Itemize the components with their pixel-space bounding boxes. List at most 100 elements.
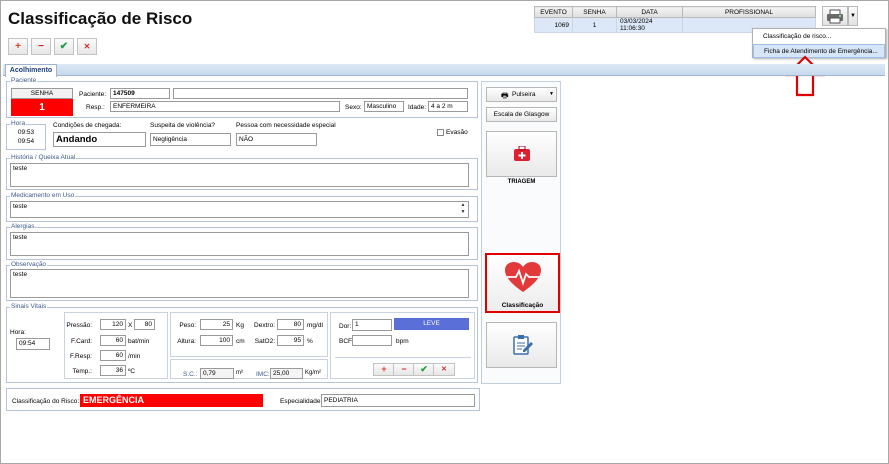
hora-1: 09:53 xyxy=(17,129,35,136)
peso-label: Peso: xyxy=(179,322,196,329)
fcard-label: F.Card: xyxy=(71,338,92,345)
dor-label: Dor: xyxy=(339,323,352,330)
hora-group xyxy=(6,124,46,150)
idade-field[interactable]: 4 a 2 m xyxy=(428,101,468,112)
fresp-unit: /min xyxy=(128,353,141,360)
necessidade-label: Pessoa com necessidade especial xyxy=(236,122,336,129)
imc-label: IMC: xyxy=(256,371,270,378)
sexo-label: Sexo: xyxy=(345,104,362,111)
tab-acolhimento[interactable]: Acolhimento xyxy=(5,64,57,77)
sexo-field[interactable]: Masculino xyxy=(364,101,404,112)
col-senha[interactable]: SENHA xyxy=(572,6,617,18)
cell-data: 03/03/2024 11:06:30 xyxy=(616,17,683,33)
remove-button[interactable]: − xyxy=(31,38,51,55)
menu-item-classificacao[interactable]: Classificação de risco... xyxy=(753,30,885,44)
classificacao-value: EMERGÊNCIA xyxy=(80,394,263,407)
sc-label: S.C.: xyxy=(183,371,198,378)
tab-strip xyxy=(3,64,885,76)
temp-field[interactable]: 36 xyxy=(100,365,126,376)
fcard-unit: bat/min xyxy=(128,338,150,345)
vitais-confirm-button[interactable]: ✔ xyxy=(413,363,435,376)
evasao-checkbox[interactable] xyxy=(437,129,444,136)
col-evento[interactable]: EVENTO xyxy=(534,6,573,18)
col-data[interactable]: DATA xyxy=(616,6,683,18)
printer-icon xyxy=(827,9,843,24)
add-button[interactable]: + xyxy=(8,38,28,55)
sc-field: 0,79 xyxy=(200,368,234,379)
vitais-box-2 xyxy=(170,312,328,357)
pressao-sist-field[interactable]: 120 xyxy=(100,319,126,330)
hora-2: 09:54 xyxy=(17,138,35,145)
vitais-cancel-button[interactable]: ✕ xyxy=(433,363,455,376)
cell-senha: 1 xyxy=(572,17,617,33)
imc-field: 25,00 xyxy=(270,368,303,379)
medicamento-spinner[interactable]: ▲ ▼ xyxy=(458,202,468,217)
historia-field[interactable]: teste xyxy=(10,163,469,187)
page-title: Classificação de Risco xyxy=(8,9,193,28)
especialidade-label: Especialidade: xyxy=(280,398,323,405)
hora-legend: Hora xyxy=(10,120,27,127)
pressao-label: Pressão: xyxy=(66,322,92,329)
bcf-field[interactable] xyxy=(352,335,392,346)
up-arrow-icon xyxy=(785,55,825,97)
peso-unit: Kg xyxy=(236,322,244,329)
vitais-add-button[interactable]: + xyxy=(373,363,395,376)
sat-field[interactable]: 95 xyxy=(277,335,304,346)
sinais-hora-label: Hora: xyxy=(10,329,26,336)
col-profissional[interactable]: PROFISSIONAL xyxy=(682,6,816,18)
altura-unit: cm xyxy=(236,338,245,345)
fcard-field[interactable]: 60 xyxy=(100,335,126,346)
chegada-field[interactable]: Andando xyxy=(53,132,146,147)
peso-field[interactable]: 25 xyxy=(200,319,233,330)
paciente-label: Paciente: xyxy=(79,91,107,98)
violencia-label: Suspeita de violência? xyxy=(150,122,216,129)
form-button[interactable] xyxy=(486,322,557,368)
pressao-x: X xyxy=(128,322,133,329)
classificacao-side-label: Classificação xyxy=(501,302,544,309)
altura-field[interactable]: 100 xyxy=(200,335,233,346)
sat-unit: % xyxy=(307,338,313,345)
dextro-unit: mg/dl xyxy=(307,322,323,329)
fresp-field[interactable]: 60 xyxy=(100,350,126,361)
historia-legend: História / Queixa Atual xyxy=(10,154,77,161)
alergias-legend: Alergias xyxy=(10,223,36,230)
sinais-legend: Sinais Vitais xyxy=(10,303,48,310)
fresp-label: F.Resp: xyxy=(69,353,92,360)
clipboard-edit-icon xyxy=(513,335,533,355)
cancel-button[interactable]: ✕ xyxy=(77,38,97,55)
necessidade-field[interactable]: NÃO xyxy=(236,133,317,146)
print-button[interactable] xyxy=(822,6,848,26)
paciente-nome-field[interactable] xyxy=(173,88,468,99)
evasao-label: Evasão xyxy=(446,129,468,136)
paciente-group xyxy=(6,81,478,118)
pulseira-button[interactable]: 🖶 Pulseira ▼ xyxy=(486,87,557,102)
dextro-field[interactable]: 80 xyxy=(277,319,304,330)
sat-label: SatO2: xyxy=(254,338,275,345)
sinais-hora-field[interactable]: 09:54 xyxy=(16,338,50,350)
triagem-label: TRIAGEM xyxy=(507,179,536,185)
divider xyxy=(335,357,471,358)
print-menu: Classificação de risco... Ficha de Atend… xyxy=(752,28,886,58)
senha-value: 1 xyxy=(11,99,73,116)
glasgow-button[interactable]: Escala de Glasgow xyxy=(486,107,557,122)
especialidade-field[interactable]: PEDIATRIA xyxy=(321,394,475,407)
confirm-button[interactable]: ✔ xyxy=(54,38,74,55)
chevron-down-icon[interactable]: ▼ xyxy=(848,6,858,26)
medicamento-field[interactable]: teste xyxy=(10,201,469,218)
dor-field[interactable]: 1 xyxy=(352,319,392,331)
alergias-field[interactable]: teste xyxy=(10,232,469,256)
cell-evento: 1069 xyxy=(534,17,573,33)
triagem-button[interactable] xyxy=(486,131,557,177)
resp-field[interactable]: ENFERMEIRA xyxy=(110,101,340,112)
dextro-label: Dextro: xyxy=(254,322,275,329)
paciente-id-field[interactable]: 147509 xyxy=(110,88,170,99)
observacao-legend: Observação xyxy=(10,261,48,268)
classificacao-button[interactable]: Classificação xyxy=(485,253,560,313)
pressao-diast-field[interactable]: 80 xyxy=(134,319,155,330)
vitais-remove-button[interactable]: − xyxy=(393,363,415,376)
observacao-field[interactable]: teste xyxy=(10,269,469,298)
paciente-legend: Paciente xyxy=(10,77,38,84)
pulseira-label: Pulseira xyxy=(512,91,536,98)
resp-label: Resp.: xyxy=(86,104,105,111)
violencia-field[interactable]: Negligência xyxy=(150,133,231,146)
